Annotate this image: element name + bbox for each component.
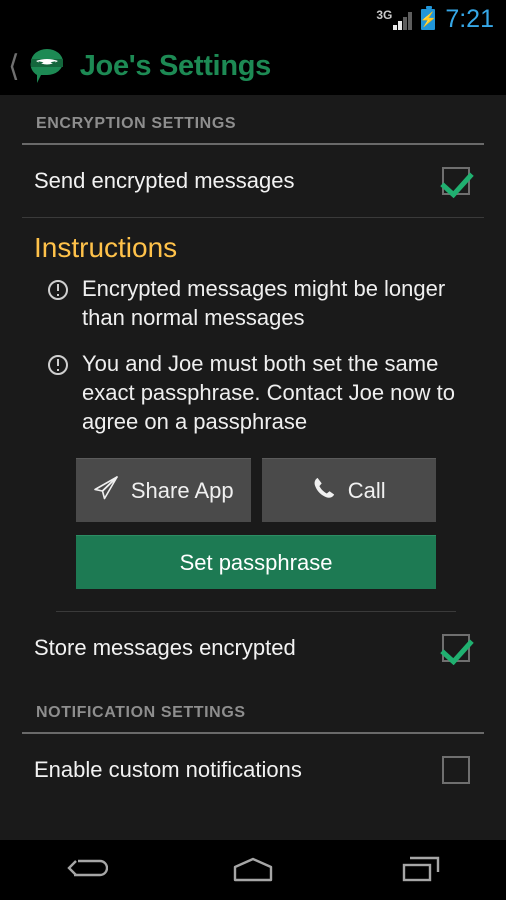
pref-enable-custom-notifications-label: Enable custom notifications [34,757,302,783]
battery-charging-icon: ⚡ [419,5,438,30]
section-header-encryption-label: ENCRYPTION SETTINGS [36,115,237,132]
settings-list[interactable]: ENCRYPTION SETTINGS Send encrypted messa… [0,95,506,840]
section-header-encryption: ENCRYPTION SETTINGS [0,95,506,139]
signal-strength-bars [393,11,413,30]
home-icon[interactable] [213,846,293,894]
signal-bars-icon: 3G [376,9,413,30]
call-button[interactable]: Call [261,458,436,523]
pref-send-encrypted-messages-checkbox[interactable] [442,167,470,195]
instructions-title: Instructions [34,232,178,263]
network-type-label: 3G [376,7,393,22]
section-header-notification-label: NOTIFICATION SETTINGS [36,704,246,722]
clock-time: 7:21 [445,4,494,33]
pref-store-messages-encrypted-label: Store messages encrypted [34,635,296,661]
alert-circle-icon [48,354,68,375]
instruction-text: Encrypted messages might be longer than … [82,276,446,331]
pref-enable-custom-notifications[interactable]: Enable custom notifications [0,734,506,806]
pref-send-encrypted-messages-label: Send encrypted messages [34,168,295,193]
action-bar: ⟨ Joe's Settings [0,38,506,95]
status-bar: 3G ⚡ 7:21 [0,0,506,38]
charging-bolt-icon: ⚡ [419,11,438,27]
share-app-button-label: Share App [130,477,234,503]
instructions-block: Instructions Encrypted messages might be… [0,218,506,613]
pref-enable-custom-notifications-checkbox[interactable] [442,756,470,785]
paper-plane-icon [93,475,119,507]
share-app-button[interactable]: Share App [76,458,251,523]
list-item: Encrypted messages might be longer than … [48,274,478,333]
phone-screen: 3G ⚡ 7:21 ⟨ Joe's Settings ENCRYPTION SE… [0,0,506,900]
back-chevron-icon[interactable]: ⟨ [0,51,26,82]
list-item: You and Joe must both set the same exact… [48,349,478,437]
pref-store-messages-encrypted[interactable]: Store messages encrypted [0,612,506,684]
instruction-action-buttons: Share App Call [34,452,478,523]
system-nav-bar [0,840,506,900]
call-button-label: Call [347,477,386,503]
set-passphrase-button[interactable]: Set passphrase [76,535,436,590]
phone-handset-icon [312,476,336,506]
instruction-text: You and Joe must both set the same exact… [82,350,455,435]
recent-apps-icon[interactable] [382,846,462,894]
section-header-notification: NOTIFICATION SETTINGS [0,684,506,728]
pref-store-messages-encrypted-checkbox[interactable] [442,634,470,663]
alert-circle-icon [48,280,68,300]
ninja-chat-logo-icon[interactable] [26,46,68,88]
page-title: Joe's Settings [79,50,272,82]
set-passphrase-button-label: Set passphrase [179,549,333,575]
back-arrow-icon[interactable] [44,846,124,894]
pref-send-encrypted-messages[interactable]: Send encrypted messages [0,145,506,217]
